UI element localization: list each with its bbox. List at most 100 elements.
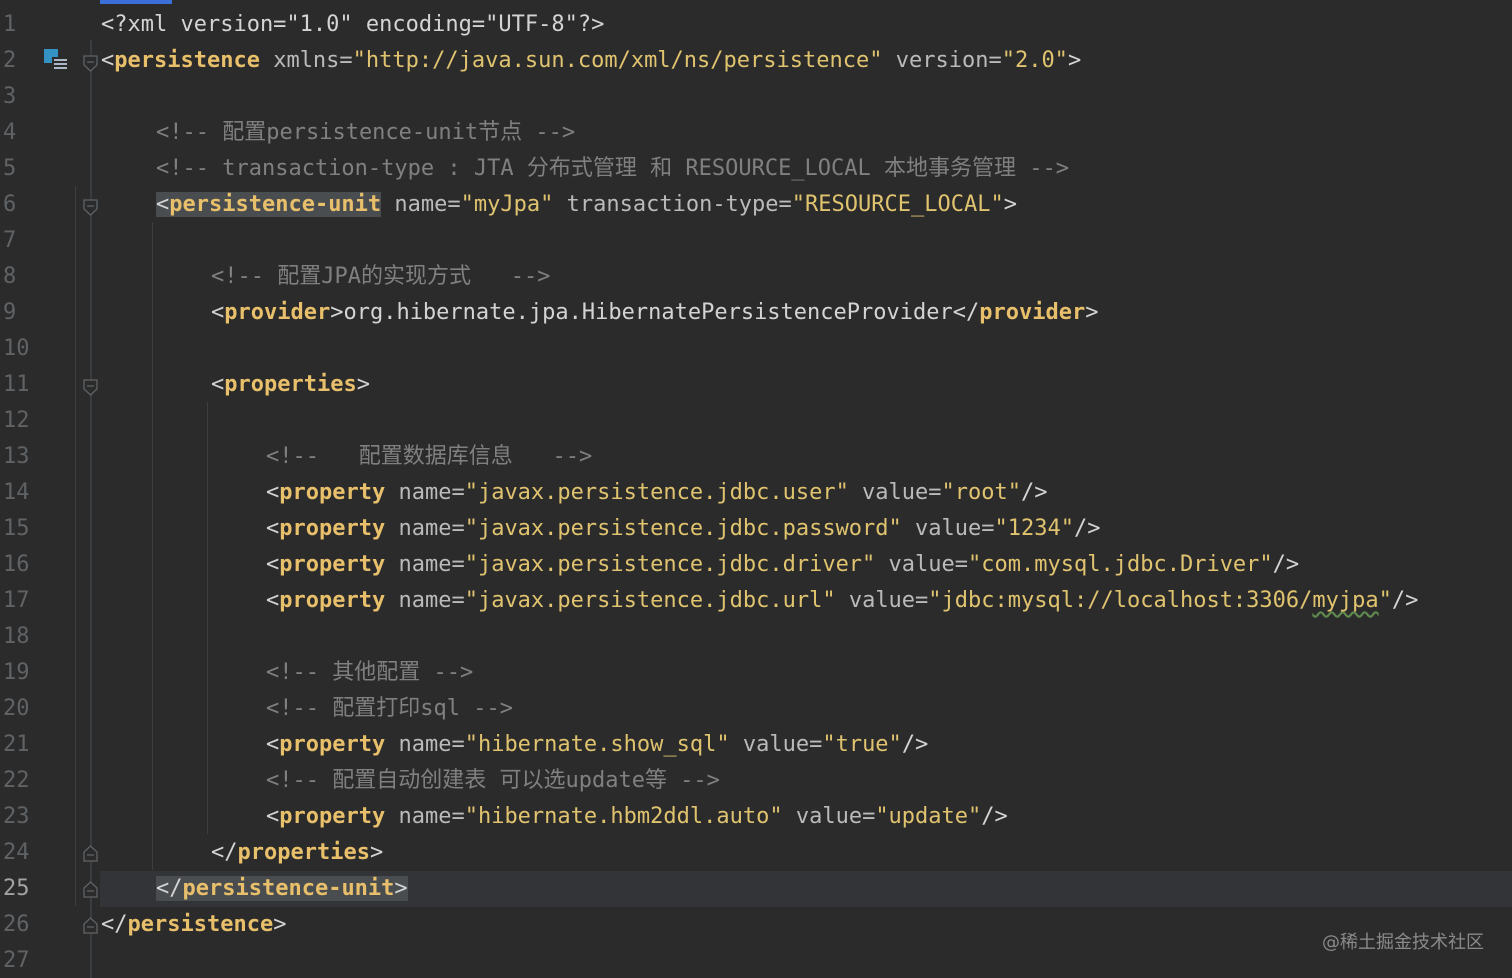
fold-open-icon[interactable] <box>83 199 98 216</box>
line-number[interactable]: 23 <box>0 799 33 835</box>
line-number[interactable]: 1 <box>0 7 33 43</box>
tag-close: > <box>273 912 287 937</box>
code-line-5[interactable]: <!-- transaction-type : JTA 分布式管理 和 RESO… <box>156 151 1069 187</box>
tag-open: </ <box>101 912 128 937</box>
tag-close: > <box>1003 192 1017 217</box>
attr-name: name= <box>381 192 461 217</box>
fold-open-icon[interactable] <box>83 379 98 396</box>
line-number[interactable]: 3 <box>0 79 33 115</box>
code-line-24[interactable]: </properties> <box>211 835 383 871</box>
line-number[interactable]: 2 <box>0 43 33 79</box>
code-line-14[interactable]: <property name="javax.persistence.jdbc.u… <box>266 475 1048 511</box>
attr-value: "1234" <box>994 516 1074 541</box>
tag-open: < <box>266 516 280 541</box>
attr-value: "update" <box>875 804 982 829</box>
code-line-20[interactable]: <!-- 配置打印sql --> <box>266 691 513 727</box>
tag-open: < <box>211 300 225 325</box>
attr-value: "jdbc:mysql://localhost:3306/ <box>928 588 1313 613</box>
tag-close: > <box>1085 300 1099 325</box>
code-line-15[interactable]: <property name="javax.persistence.jdbc.p… <box>266 511 1101 547</box>
code-line-11[interactable]: <properties> <box>211 367 370 403</box>
line-number[interactable]: 27 <box>0 943 33 978</box>
tag-close: /> <box>1021 480 1048 505</box>
line-number[interactable]: 20 <box>0 691 33 727</box>
code-editor[interactable]: 1 2 3 4 5 6 7 8 9 10 11 12 13 14 15 16 17 18 19 20 21 22 23 24 2… <box>0 0 1512 978</box>
code-line-2[interactable]: <persistence xmlns="http://java.sun.com/… <box>101 43 1081 79</box>
tag-close: > <box>394 876 408 901</box>
line-number[interactable]: 24 <box>0 835 33 871</box>
spellcheck-warning[interactable]: myjpa <box>1312 588 1378 613</box>
tag-open: < <box>266 732 280 757</box>
code-line-6[interactable]: <persistence-unit name="myJpa" transacti… <box>156 187 1017 223</box>
fold-end-icon[interactable] <box>83 881 98 898</box>
code-line-19[interactable]: <!-- 其他配置 --> <box>266 655 473 691</box>
line-number[interactable]: 6 <box>0 187 33 223</box>
tag-close: /> <box>981 804 1008 829</box>
line-number[interactable]: 18 <box>0 619 33 655</box>
tag-name: properties <box>224 372 357 397</box>
attr-value: "myJpa" <box>460 192 554 217</box>
tag-open: </ <box>211 840 238 865</box>
code-line-26[interactable]: </persistence> <box>101 907 286 943</box>
line-number[interactable]: 8 <box>0 259 33 295</box>
fold-end-icon[interactable] <box>83 917 98 934</box>
code-line-25[interactable]: </persistence-unit> <box>156 871 408 907</box>
fold-open-icon[interactable] <box>83 55 98 72</box>
tag-name: provider <box>979 300 1086 325</box>
code-line-23[interactable]: <property name="hibernate.hbm2ddl.auto" … <box>266 799 1008 835</box>
line-number[interactable]: 19 <box>0 655 33 691</box>
xml-declaration: <?xml version="1.0" encoding="UTF-8"?> <box>101 12 605 37</box>
attr-name: name= <box>385 516 465 541</box>
line-number[interactable]: 14 <box>0 475 33 511</box>
line-number[interactable]: 10 <box>0 331 33 367</box>
line-number[interactable]: 21 <box>0 727 33 763</box>
attr-value: "javax.persistence.jdbc.password" <box>464 516 902 541</box>
line-number[interactable]: 17 <box>0 583 33 619</box>
line-number[interactable]: 7 <box>0 223 33 259</box>
attr-value: "http://java.sun.com/xml/ns/persistence" <box>352 48 883 73</box>
code-line-9[interactable]: < provider>org.hibernate.jpa.HibernatePer… <box>211 295 1098 331</box>
line-number[interactable]: 9 <box>0 295 33 331</box>
element-text: >org.hibernate.jpa.HibernatePersistenceP… <box>330 300 980 325</box>
line-number[interactable]: 22 <box>0 763 33 799</box>
line-number[interactable]: 13 <box>0 439 33 475</box>
code-line-16[interactable]: <property name="javax.persistence.jdbc.d… <box>266 547 1299 583</box>
attr-name: transaction-type= <box>553 192 792 217</box>
bookmark-icon[interactable] <box>43 48 69 74</box>
fold-end-icon[interactable] <box>83 845 98 862</box>
line-number[interactable]: 15 <box>0 511 33 547</box>
attr-value: "hibernate.hbm2ddl.auto" <box>464 804 783 829</box>
line-number[interactable]: 25 <box>0 871 33 907</box>
attr-value: "javax.persistence.jdbc.driver" <box>464 552 876 577</box>
line-number[interactable]: 5 <box>0 151 33 187</box>
code-line-1[interactable]: <?xml version="1.0" encoding="UTF-8"?> <box>101 7 604 43</box>
code-line-22[interactable]: <!-- 配置自动创建表 可以选update等 --> <box>266 763 720 799</box>
line-number[interactable]: 12 <box>0 403 33 439</box>
tag-close: /> <box>901 732 929 757</box>
line-number[interactable]: 16 <box>0 547 33 583</box>
line-number[interactable]: 4 <box>0 115 33 151</box>
tag-open: < <box>156 192 170 217</box>
tag-name: persistence-unit <box>169 192 382 217</box>
attr-value: "true" <box>822 732 902 757</box>
code-line-4[interactable]: <!-- 配置persistence-unit节点 --> <box>156 115 575 151</box>
line-number[interactable]: 11 <box>0 367 33 403</box>
attr-name: name= <box>385 804 465 829</box>
tag-open: < <box>266 804 280 829</box>
line-number[interactable]: 26 <box>0 907 33 943</box>
code-line-13[interactable]: <!-- 配置数据库信息 --> <box>266 439 592 475</box>
attr-name: value= <box>848 480 942 505</box>
attr-value: "root" <box>941 480 1022 505</box>
code-line-21[interactable]: <property name="hibernate.show_sql" valu… <box>266 727 928 763</box>
tag-name: property <box>279 804 386 829</box>
tag-open: < <box>266 588 280 613</box>
attr-value: " <box>1378 588 1392 613</box>
tag-open: < <box>266 552 280 577</box>
tag-close: /> <box>1074 516 1101 541</box>
tag-open: </ <box>156 876 183 901</box>
attr-value: "RESOURCE_LOCAL" <box>791 192 1004 217</box>
code-line-8[interactable]: <!-- 配置JPA的实现方式 --> <box>211 259 550 295</box>
code-line-17[interactable]: <property name="javax.persistence.jdbc.u… <box>266 583 1418 619</box>
tag-close: > <box>1067 48 1082 73</box>
indent-guide <box>75 186 76 906</box>
